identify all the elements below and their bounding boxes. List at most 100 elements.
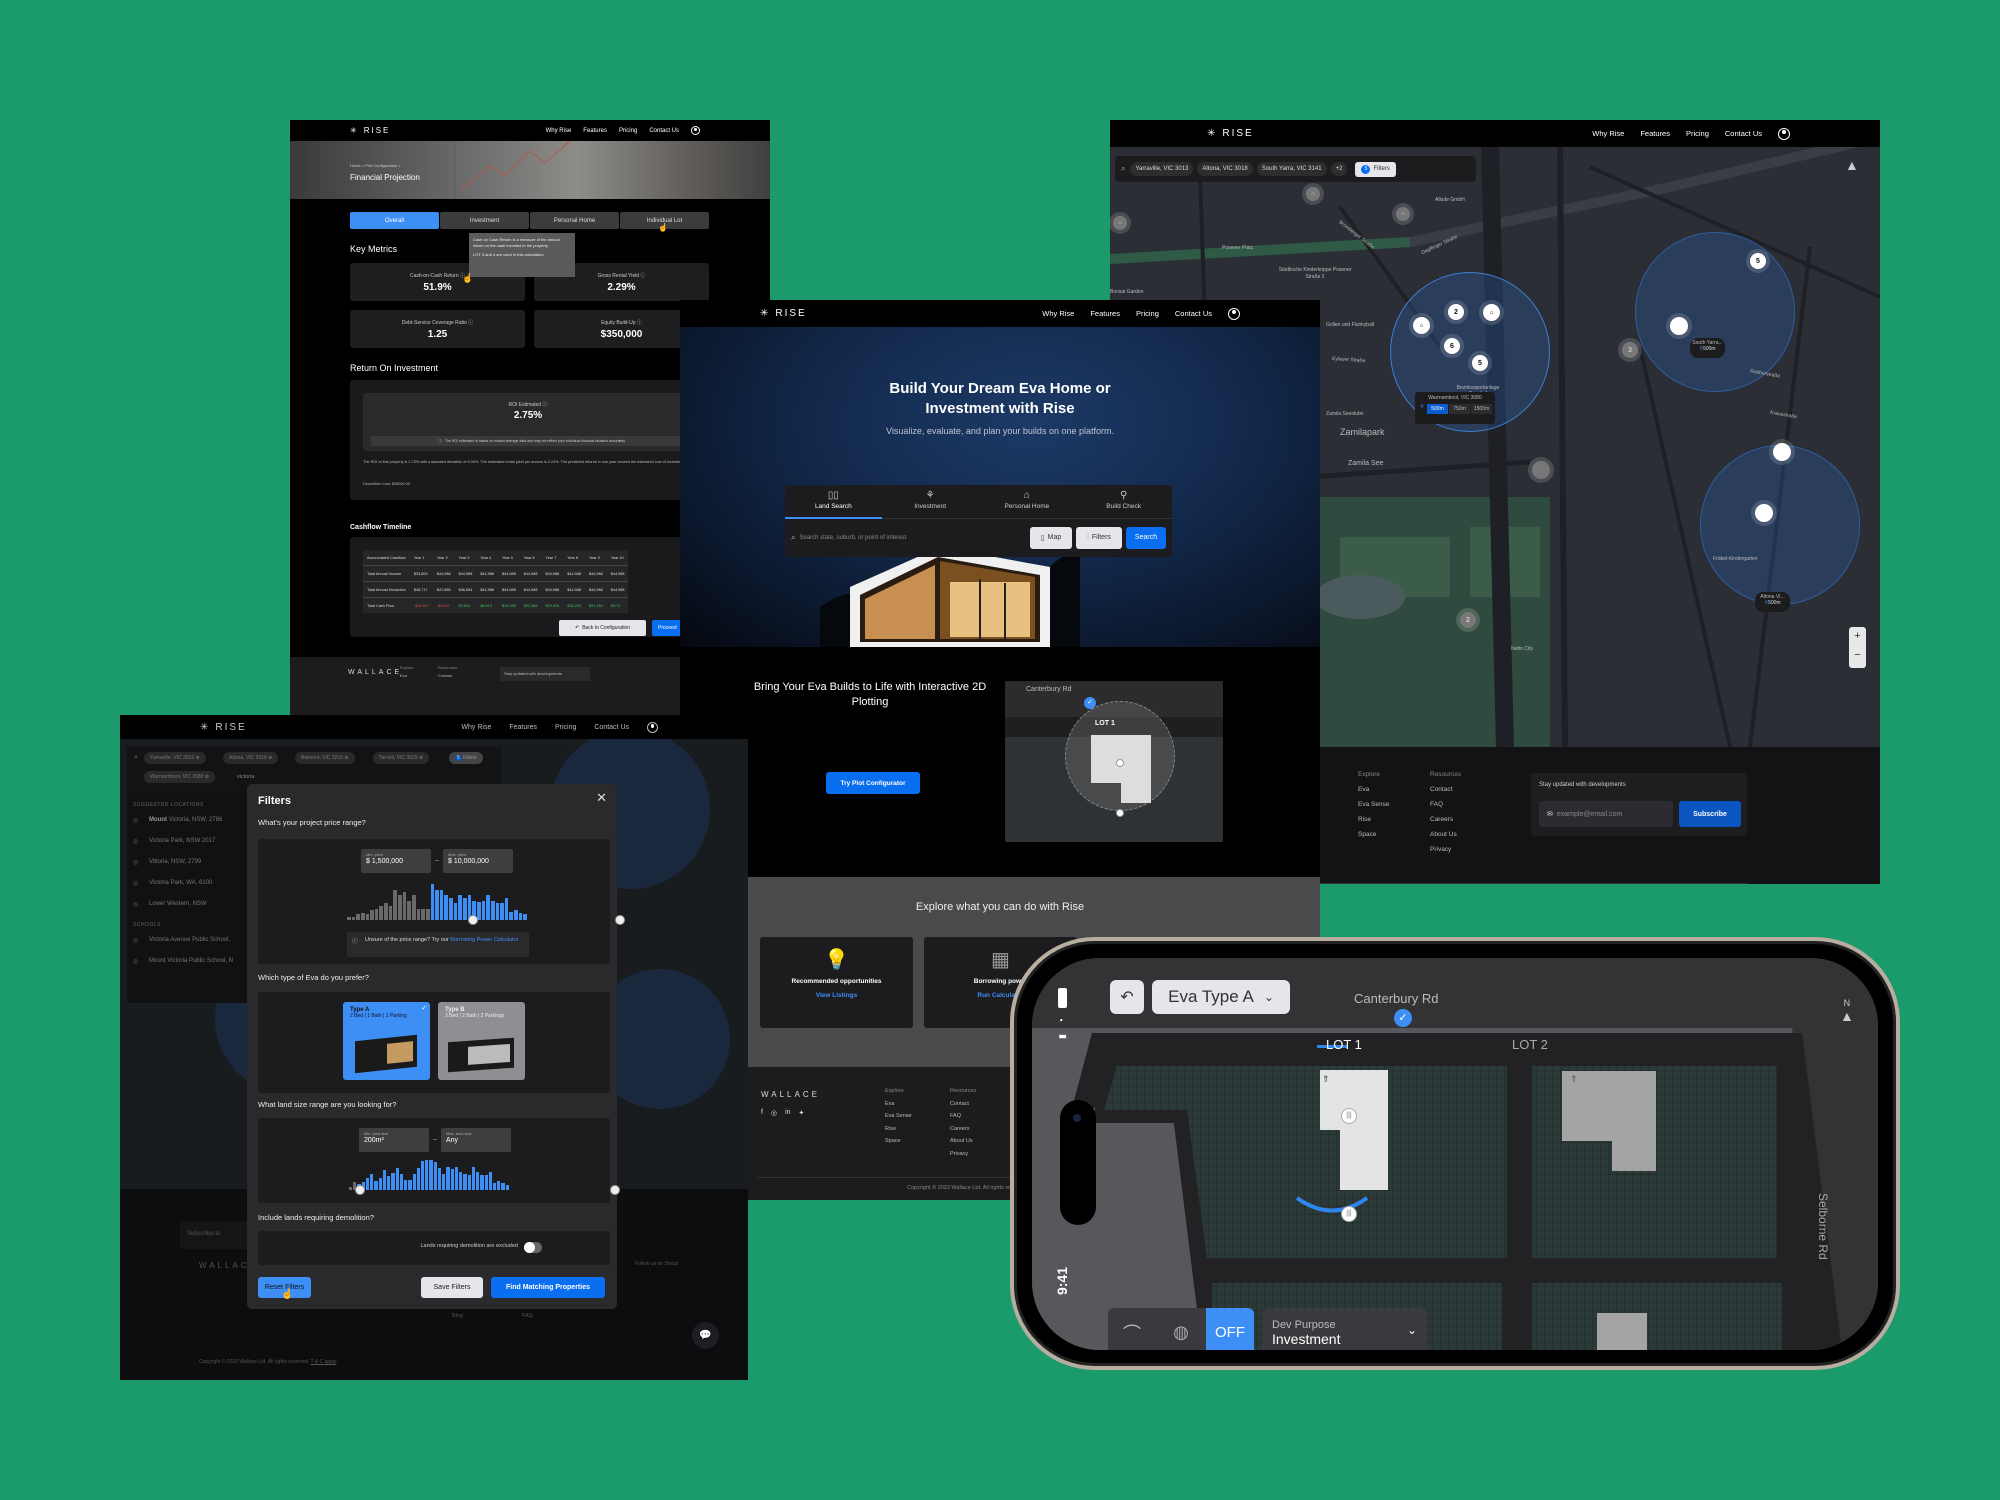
nav-pricing[interactable]: Pricing [555, 724, 576, 731]
tab-personal-home[interactable]: Personal Home [530, 212, 619, 229]
check-icon[interactable]: ✓ [1394, 1009, 1412, 1027]
cluster-pin[interactable]: 2 [1460, 612, 1476, 628]
linkedin-icon[interactable]: in [785, 1109, 790, 1117]
rise-logo[interactable]: ✳ RISE [350, 126, 390, 135]
tab-build-check[interactable]: ⚲ Build Check [1075, 485, 1172, 518]
location-chip[interactable]: Warrnambool, VIC 3080 ⊗ [144, 771, 216, 783]
property-pin[interactable]: ⌂ [1413, 317, 1430, 334]
footer-link-eva-sense[interactable]: Eva Sense [1358, 797, 1389, 812]
footer-link-blog[interactable]: Blog [452, 1313, 463, 1319]
subscribe-button[interactable]: Subscribe [1679, 801, 1741, 827]
type-b-card[interactable]: Type B 3 Bed | 2 Bath | 2 Parkings [438, 1002, 525, 1080]
nav-pricing[interactable]: Pricing [1686, 129, 1709, 138]
map-button[interactable]: ▯ Map [1030, 526, 1072, 549]
nav-features[interactable]: Features [583, 128, 607, 134]
type-a-card[interactable]: Type A 2 Bed | 1 Bath | 1 Parking ✓ [343, 1002, 430, 1080]
rotate-handle[interactable] [1116, 809, 1124, 817]
nav-contact[interactable]: Contact Us [649, 128, 679, 134]
nav-contact[interactable]: Contact Us [594, 724, 629, 731]
location-chip[interactable]: Altona, VIC 3018 [1197, 162, 1253, 176]
nav-pricing[interactable]: Pricing [1136, 309, 1159, 318]
price-min-handle[interactable] [467, 915, 478, 925]
footer-link-contact[interactable]: Contact [438, 672, 457, 680]
rise-logo[interactable]: ✳ RISE [760, 308, 807, 319]
move-handle[interactable]: ||| [1341, 1108, 1357, 1124]
price-max-handle[interactable] [615, 915, 625, 925]
nav-features[interactable]: Features [1090, 309, 1120, 318]
demolition-toggle[interactable] [524, 1242, 542, 1253]
zoom-in-button[interactable]: + [1849, 627, 1866, 646]
location-chip[interactable]: Yarraville, VIC 3013 ⊗ [144, 752, 206, 764]
model-select[interactable]: Eva Type A ⌄ [1152, 980, 1290, 1014]
radius-option-750m[interactable]: 750m [1449, 404, 1470, 414]
tab-investment[interactable]: ⚘ Investment [882, 485, 979, 518]
footer-link-privacy[interactable]: Privacy [950, 1148, 976, 1161]
footer-link-about[interactable]: About Us [950, 1135, 976, 1148]
info-icon[interactable]: ⓘ [468, 320, 473, 326]
nav-why-rise[interactable]: Why Rise [546, 128, 572, 134]
tab-land-search[interactable]: ▯▯ Land Search [785, 485, 882, 519]
email-input[interactable]: ✉ example@email.com [1539, 801, 1673, 827]
search-input[interactable]: Search state, suburb, or point of intere… [799, 535, 1026, 541]
location-chip[interactable]: South Yarra, VIC 3141 [1256, 162, 1327, 176]
instagram-icon[interactable]: ◎ [771, 1109, 777, 1117]
location-chip[interactable]: Belmont, VIC 3216 ⊗ [295, 752, 355, 764]
setback-toggle[interactable]: ⌒ [1108, 1308, 1156, 1350]
tab-overall[interactable]: Overall [350, 212, 439, 229]
footer-link-space[interactable]: Space [1358, 827, 1389, 842]
lot-1-label[interactable]: LOT 1 [1326, 1037, 1362, 1052]
cluster-pin[interactable]: 3 [1622, 342, 1638, 358]
footer-link-faq[interactable]: FAQ [1430, 797, 1461, 812]
property-pin[interactable]: ⌂ [1396, 207, 1410, 221]
breadcrumb[interactable]: Home > Plot Configuration > [350, 163, 400, 168]
dev-purpose-select[interactable]: Dev Purpose Investment ⌄ [1262, 1308, 1427, 1350]
undo-button[interactable]: ↶ [1110, 980, 1144, 1014]
suggestion-item[interactable]: Victoria Park, WA, 6100 [127, 871, 247, 892]
footer-link-faq[interactable]: FAQ [950, 1110, 976, 1123]
info-icon[interactable]: ⓘ [542, 402, 547, 408]
cluster-pin[interactable]: 5 [1750, 253, 1766, 269]
footer-link-space[interactable]: Space [885, 1135, 912, 1148]
cluster-pin[interactable]: 5 [1472, 355, 1488, 371]
max-price-field[interactable]: Max. price $ 10,000,000 [443, 849, 513, 873]
radius-option-500m[interactable]: 500m [1427, 404, 1448, 414]
chat-icon[interactable]: 💬 [692, 1322, 719, 1349]
tab-investment[interactable]: Investment [440, 212, 529, 229]
location-chip[interactable]: Altona, VIC 3018 ⊗ [223, 752, 279, 764]
back-to-configuration-button[interactable]: ↶ Back to Configuration [559, 620, 646, 636]
nav-contact[interactable]: Contact Us [1725, 129, 1762, 138]
remove-chip-icon[interactable]: ⊗ [205, 774, 209, 780]
facebook-icon[interactable]: f [761, 1109, 763, 1117]
nav-why-rise[interactable]: Why Rise [1592, 129, 1624, 138]
property-pin[interactable]: ⌂ [1306, 187, 1320, 201]
off-toggle[interactable]: OFF [1206, 1308, 1254, 1350]
rotate-handle[interactable]: ||| [1341, 1206, 1357, 1222]
footer-link-about[interactable]: About Us [1430, 827, 1461, 842]
nav-features[interactable]: Features [1640, 129, 1670, 138]
max-land-field[interactable]: Max. land size Any [441, 1128, 511, 1152]
radius-option-1500m[interactable]: 1500m [1471, 404, 1492, 414]
min-price-field[interactable]: Min. price $ 1,500,000 [361, 849, 431, 873]
rise-logo[interactable]: ✳ RISE [200, 722, 247, 733]
tab-personal-home[interactable]: ⌂ Personal Home [979, 485, 1076, 518]
close-icon[interactable]: ✕ [596, 790, 607, 806]
rise-logo[interactable]: ✳ RISE [1207, 128, 1254, 139]
footer-link-rise[interactable]: Rise [1358, 812, 1389, 827]
more-chips-button[interactable]: +2 [1330, 162, 1348, 176]
location-chip[interactable]: Tarneit, VIC 3029 ⊗ [373, 752, 430, 764]
nav-features[interactable]: Features [509, 724, 537, 731]
min-land-field[interactable]: Min. land size 200m² [359, 1128, 429, 1152]
property-pin[interactable] [1773, 443, 1791, 461]
nav-pricing[interactable]: Pricing [619, 128, 637, 134]
footer-link-eva[interactable]: Eva [400, 672, 414, 680]
radius-badge[interactable]: South Yarra... ⚲500m [1690, 338, 1725, 358]
land-max-handle[interactable] [610, 1185, 620, 1195]
radius-badge[interactable]: Altona VI... ⚲500m [1755, 592, 1790, 612]
suggestion-item[interactable]: Lower Western, NSW [127, 892, 247, 913]
land-min-handle[interactable] [354, 1185, 365, 1195]
property-pin[interactable]: ⌂ [1483, 304, 1500, 321]
footer-link-contact[interactable]: Contact [950, 1098, 976, 1111]
remove-chip-icon[interactable]: ⊗ [268, 755, 272, 761]
twitter-icon[interactable]: ✦ [799, 1109, 805, 1117]
footer-link-contact[interactable]: Contact [1430, 782, 1461, 797]
